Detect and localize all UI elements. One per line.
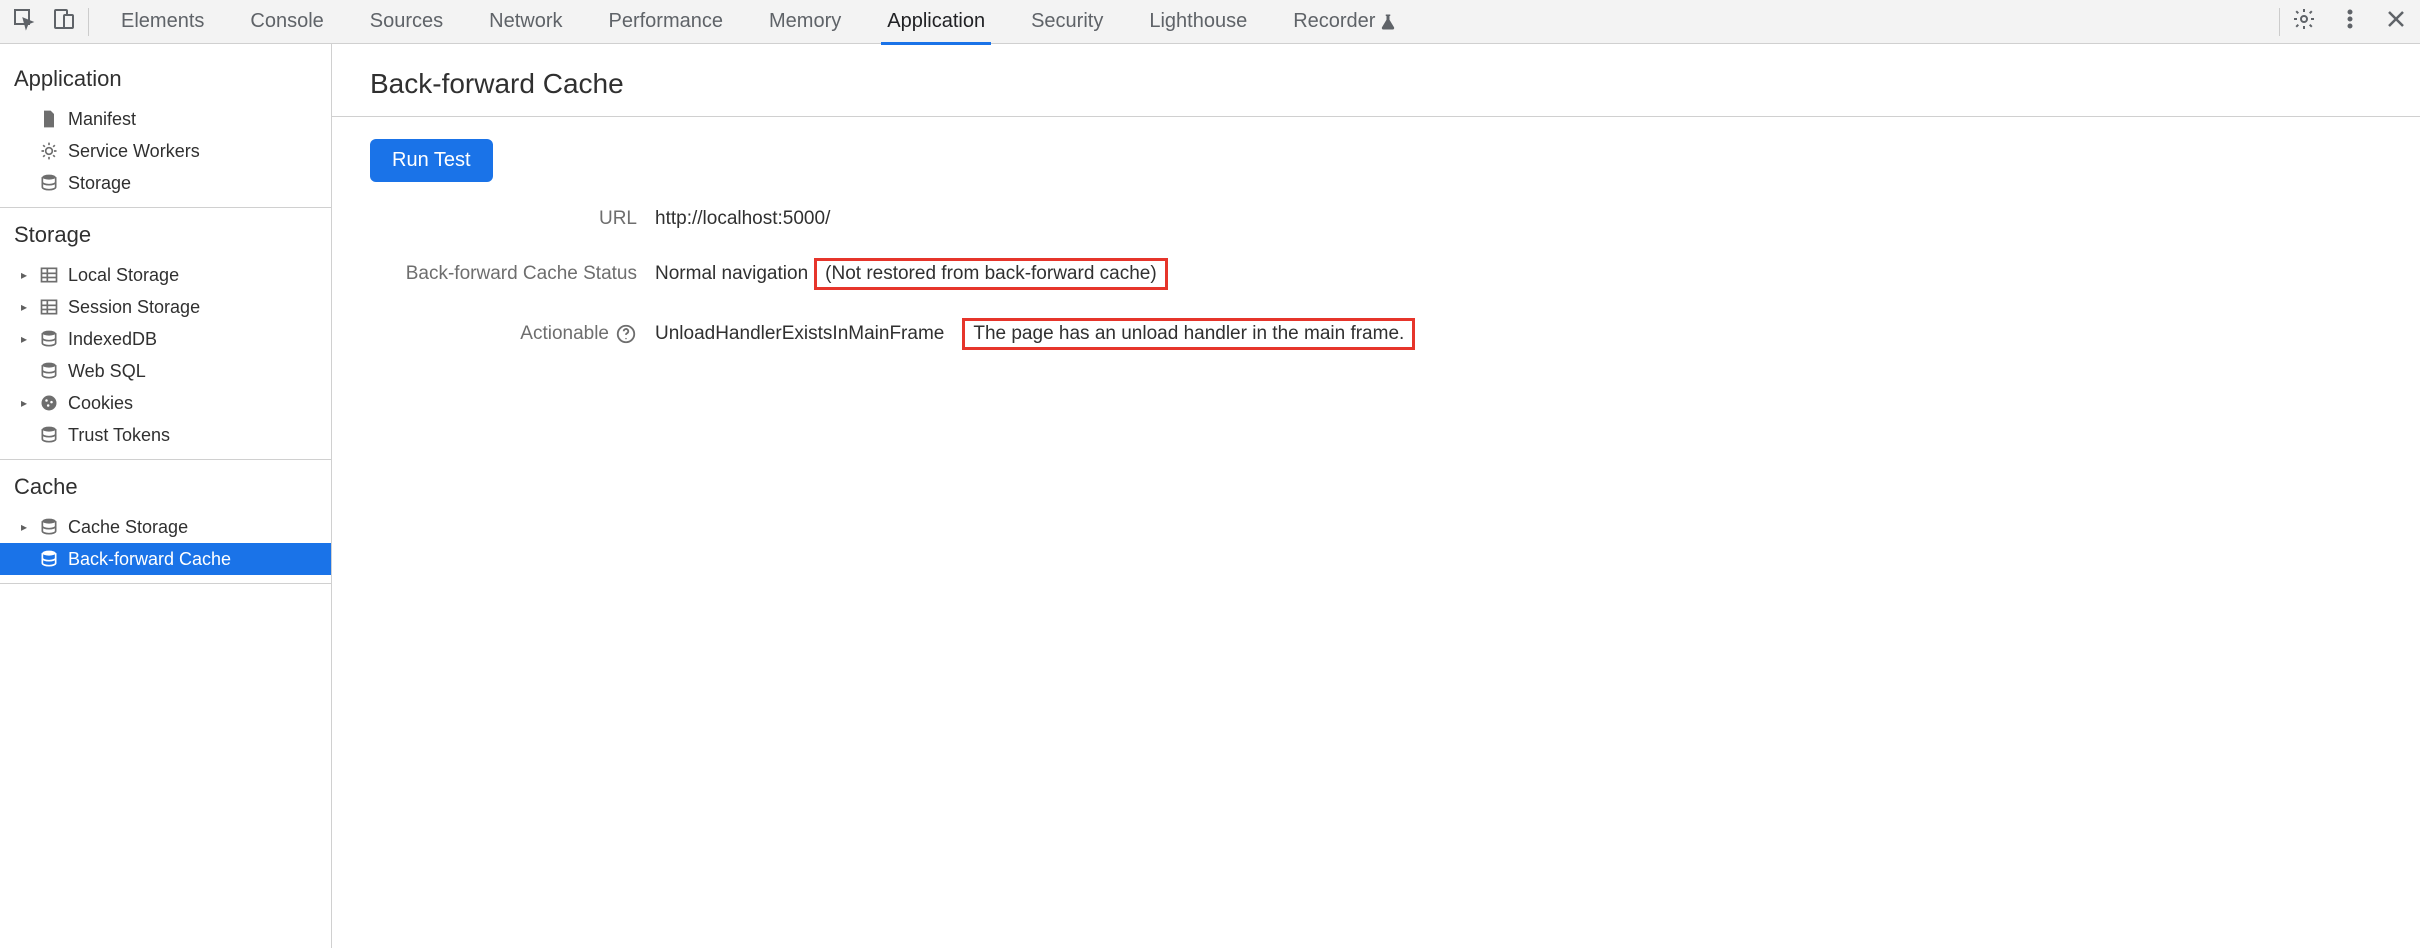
tree-item-cache-storage[interactable]: ▸ Cache Storage [0, 511, 331, 543]
tree-item-cookies[interactable]: ▸ Cookies [0, 387, 331, 419]
row-url: URL http://localhost:5000/ [370, 208, 2420, 230]
tab-console[interactable]: Console [244, 0, 329, 44]
content-panel: Back-forward Cache Run Test URL http://l… [332, 44, 2420, 948]
tab-network[interactable]: Network [483, 0, 568, 44]
value-url: http://localhost:5000/ [655, 208, 830, 230]
settings-icon[interactable] [2292, 7, 2316, 36]
tab-recorder[interactable]: Recorder [1287, 0, 1403, 44]
file-icon [38, 108, 60, 130]
label-status: Back-forward Cache Status [370, 263, 655, 285]
row-actionable: Actionable UnloadHandlerExistsInMainFram… [370, 318, 2420, 350]
db-icon [38, 548, 60, 570]
tree-item-storage[interactable]: ▸ Storage [0, 167, 331, 199]
main-area: Application ▸ Manifest ▸ Service Workers… [0, 44, 2420, 948]
tree-item-service-workers[interactable]: ▸ Service Workers [0, 135, 331, 167]
tab-lighthouse[interactable]: Lighthouse [1143, 0, 1253, 44]
tree-item-back-forward-cache[interactable]: ▸ Back-forward Cache [0, 543, 331, 575]
expand-icon[interactable]: ▸ [18, 268, 30, 282]
devtools-toolbar: Elements Console Sources Network Perform… [0, 0, 2420, 44]
row-status: Back-forward Cache Status Normal navigat… [370, 258, 2420, 290]
tree-item-local-storage[interactable]: ▸ Local Storage [0, 259, 331, 291]
toolbar-left-icons [12, 8, 89, 36]
tree-item-web-sql[interactable]: ▸ Web SQL [0, 355, 331, 387]
expand-icon[interactable]: ▸ [18, 300, 30, 314]
tab-sources[interactable]: Sources [364, 0, 449, 44]
tab-performance[interactable]: Performance [603, 0, 730, 44]
tree-item-manifest[interactable]: ▸ Manifest [0, 103, 331, 135]
more-icon[interactable] [2338, 7, 2362, 36]
tab-memory[interactable]: Memory [763, 0, 847, 44]
actionable-highlight: The page has an unload handler in the ma… [962, 318, 1415, 350]
value-status: Normal navigation [655, 263, 808, 285]
tree-item-indexeddb[interactable]: ▸ IndexedDB [0, 323, 331, 355]
db-icon [38, 360, 60, 382]
label-actionable: Actionable [520, 323, 609, 345]
section-header-application: Application [0, 52, 331, 103]
grid-icon [38, 296, 60, 318]
bfcache-details: URL http://localhost:5000/ Back-forward … [370, 208, 2420, 350]
inspect-icon[interactable] [12, 7, 36, 36]
expand-icon[interactable]: ▸ [18, 396, 30, 410]
label-url: URL [370, 208, 655, 230]
tab-elements[interactable]: Elements [115, 0, 210, 44]
expand-icon[interactable]: ▸ [18, 332, 30, 346]
help-icon[interactable] [615, 323, 637, 345]
db-icon [38, 328, 60, 350]
db-icon [38, 172, 60, 194]
tab-security[interactable]: Security [1025, 0, 1109, 44]
grid-icon [38, 264, 60, 286]
value-actionable: UnloadHandlerExistsInMainFrame [655, 323, 944, 345]
db-icon [38, 424, 60, 446]
device-toggle-icon[interactable] [52, 7, 76, 36]
db-icon [38, 516, 60, 538]
section-header-storage: Storage [0, 208, 331, 259]
expand-icon[interactable]: ▸ [18, 520, 30, 534]
flask-icon [1379, 13, 1397, 31]
toolbar-right [2279, 8, 2408, 36]
run-test-button[interactable]: Run Test [370, 139, 493, 182]
sidebar: Application ▸ Manifest ▸ Service Workers… [0, 44, 332, 948]
section-header-cache: Cache [0, 460, 331, 511]
tree-item-trust-tokens[interactable]: ▸ Trust Tokens [0, 419, 331, 451]
tab-application[interactable]: Application [881, 0, 991, 44]
toolbar-tabs: Elements Console Sources Network Perform… [115, 0, 1403, 44]
status-highlight: (Not restored from back-forward cache) [814, 258, 1168, 290]
cookie-icon [38, 392, 60, 414]
tree-item-session-storage[interactable]: ▸ Session Storage [0, 291, 331, 323]
close-icon[interactable] [2384, 7, 2408, 36]
gear-icon [38, 140, 60, 162]
page-title: Back-forward Cache [332, 62, 2420, 116]
